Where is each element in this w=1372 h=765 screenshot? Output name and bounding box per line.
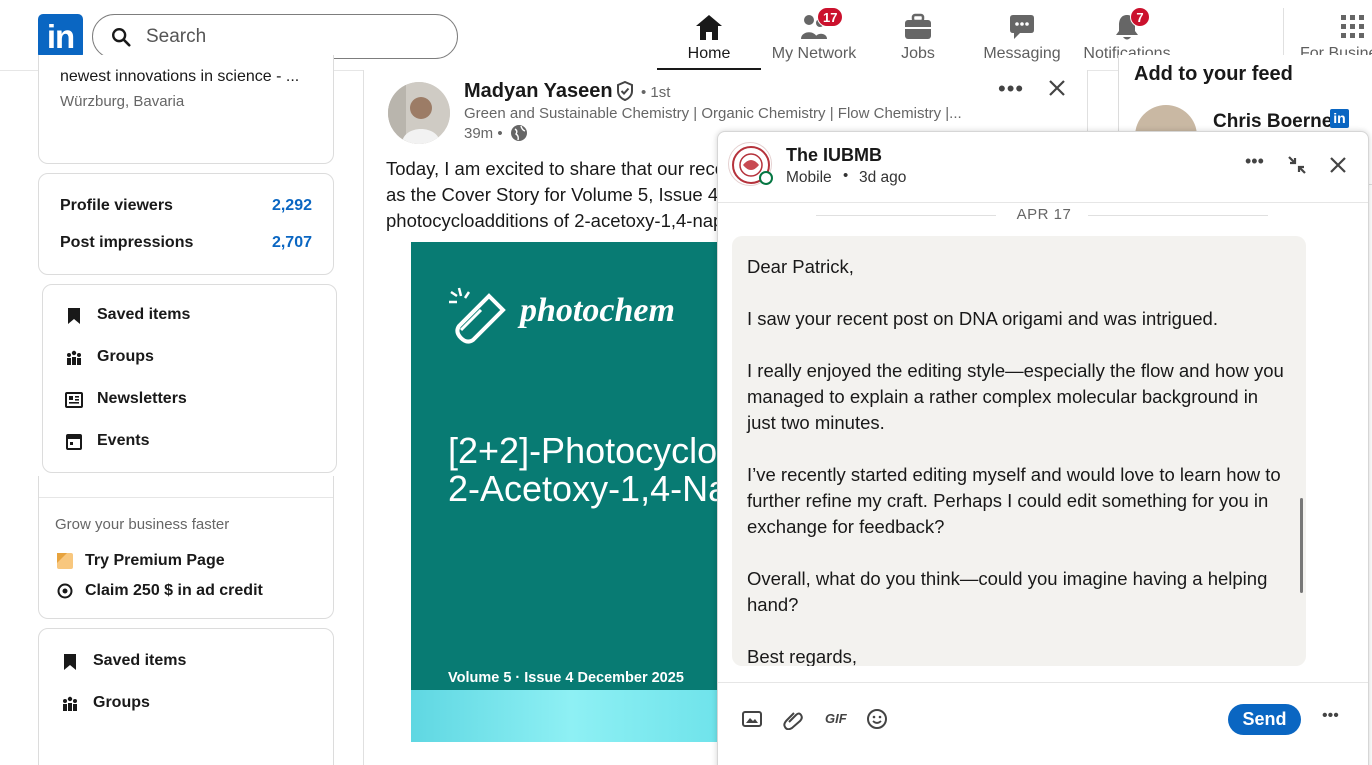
cover-title-line: [2+2]-Photocyclo — [448, 430, 718, 471]
briefcase-icon — [905, 13, 931, 39]
message-window: The IUBMB Mobile • 3d ago ••• APR 17 Dea… — [717, 131, 1369, 765]
message-scrollbar[interactable] — [1300, 498, 1303, 593]
contact-status: Mobile — [786, 169, 832, 186]
cover-title: [2+2]-Photocyclo 2-Acetoxy-1,4-Na — [448, 432, 728, 508]
cover-footer: Volume 5 · Issue 4 December 2025 — [448, 670, 684, 686]
message-paragraph: Dear Patrick, — [747, 256, 854, 277]
shortcuts-card-2: Saved items Groups — [38, 628, 334, 765]
post-text-line: as the Cover Story for Volume 5, Issue 4… — [386, 184, 742, 205]
author-headline: Green and Sustainable Chemistry | Organi… — [464, 105, 962, 122]
image-icon[interactable] — [741, 708, 763, 730]
message-paragraph: Best regards, — [747, 646, 858, 666]
post-time: 39m • — [464, 125, 503, 142]
notifications-badge: 7 — [1130, 7, 1150, 27]
last-active: 3d ago — [859, 169, 907, 186]
post-text: Today, I am excited to share that our re… — [386, 156, 742, 234]
post-text-line: photocycloadditions of 2-acetoxy-1,4-nap — [386, 210, 724, 231]
premium-heading: Grow your business faster — [55, 516, 230, 533]
profile-location: Würzburg, Bavaria — [60, 93, 185, 110]
nav-my-network[interactable]: 17 My Network — [764, 7, 864, 70]
ad-credit-icon — [57, 583, 73, 599]
linkedin-logo[interactable]: in — [38, 14, 83, 59]
author-avatar[interactable] — [388, 82, 450, 144]
search-input[interactable] — [146, 24, 436, 50]
cover-gradient-band — [411, 690, 731, 742]
messaging-icon — [1010, 15, 1034, 39]
message-date: APR 17 — [1016, 206, 1072, 223]
header-divider — [718, 202, 1368, 203]
message-close-icon[interactable] — [1328, 155, 1348, 175]
shortcuts-card: Saved items Groups Newsletters Events — [42, 284, 337, 473]
search-icon — [112, 28, 131, 47]
bookmark-icon — [64, 654, 76, 670]
nav-jobs-label: Jobs — [901, 45, 935, 62]
message-paragraph: I’ve recently started editing myself and… — [747, 464, 1286, 537]
grid-icon — [1341, 15, 1364, 38]
linkedin-badge-icon: in — [1330, 109, 1349, 128]
add-to-feed-heading: Add to your feed — [1134, 63, 1293, 85]
calendar-icon — [66, 434, 82, 450]
post-text-line: Today, I am excited to share that our re… — [386, 158, 725, 179]
emoji-icon[interactable] — [866, 708, 888, 730]
post-close-icon[interactable] — [1047, 78, 1067, 98]
test-tube-icon — [449, 287, 506, 344]
message-more-icon[interactable]: ••• — [1245, 151, 1264, 172]
search-bar[interactable] — [92, 14, 458, 59]
verified-icon — [617, 81, 633, 101]
suggested-name[interactable]: Chris Boerner — [1213, 111, 1340, 133]
groups-icon — [67, 350, 81, 365]
premium-icon — [57, 553, 73, 569]
nav-messaging[interactable]: Messaging — [979, 8, 1065, 70]
profile-viewers-label[interactable]: Profile viewers — [60, 197, 173, 215]
newsletter-icon — [65, 392, 83, 408]
author-name[interactable]: Madyan Yaseen — [464, 80, 613, 103]
message-paragraph: I saw your recent post on DNA origami an… — [747, 308, 1218, 329]
nav-my-network-label: My Network — [771, 45, 857, 62]
nav-messaging-label: Messaging — [983, 45, 1061, 62]
attachment-icon[interactable] — [782, 708, 804, 730]
status-dot: • — [843, 167, 849, 184]
premium-card: Grow your business faster Try Premium Pa… — [38, 476, 334, 619]
bookmark-icon — [68, 308, 80, 324]
minimize-icon[interactable] — [1286, 154, 1308, 176]
nav-home[interactable]: Home — [657, 8, 761, 70]
gif-button[interactable]: GIF — [825, 711, 847, 726]
message-paragraph: Overall, what do you think—could you ima… — [747, 568, 1273, 615]
profile-headline: newest innovations in science - ... — [60, 68, 300, 85]
online-status-icon — [759, 171, 773, 185]
journal-cover-image[interactable]: photochem [2+2]-Photocyclo 2-Acetoxy-1,4… — [411, 242, 731, 742]
post-impressions-value[interactable]: 2,707 — [272, 234, 312, 252]
profile-card: newest innovations in science - ... Würz… — [38, 55, 334, 164]
groups-icon — [63, 696, 77, 711]
cover-title-line: 2-Acetoxy-1,4-Na — [448, 468, 729, 509]
nav-jobs[interactable]: Jobs — [880, 8, 956, 70]
post-more-icon[interactable]: ••• — [998, 76, 1024, 102]
nav-home-label: Home — [687, 45, 731, 62]
post-impressions-label[interactable]: Post impressions — [60, 234, 193, 252]
connection-degree: • 1st — [641, 84, 671, 101]
profile-viewers-value[interactable]: 2,292 — [272, 197, 312, 215]
author-photo — [388, 82, 450, 144]
home-icon — [696, 15, 722, 40]
globe-icon — [511, 125, 527, 141]
send-options-icon[interactable]: ••• — [1322, 707, 1339, 725]
premium-divider — [39, 497, 333, 498]
message-paragraph: I really enjoyed the editing style—espec… — [747, 360, 1289, 433]
network-badge: 17 — [817, 7, 844, 27]
send-button[interactable]: Send — [1228, 704, 1301, 735]
conversation-name[interactable]: The IUBMB — [786, 145, 882, 166]
journal-name: photochem — [520, 292, 675, 329]
message-draft[interactable]: Dear Patrick, I saw your recent post on … — [732, 236, 1306, 666]
profile-stats-card: Profile viewers 2,292 Post impressions 2… — [38, 173, 334, 275]
composer-divider — [718, 682, 1368, 683]
